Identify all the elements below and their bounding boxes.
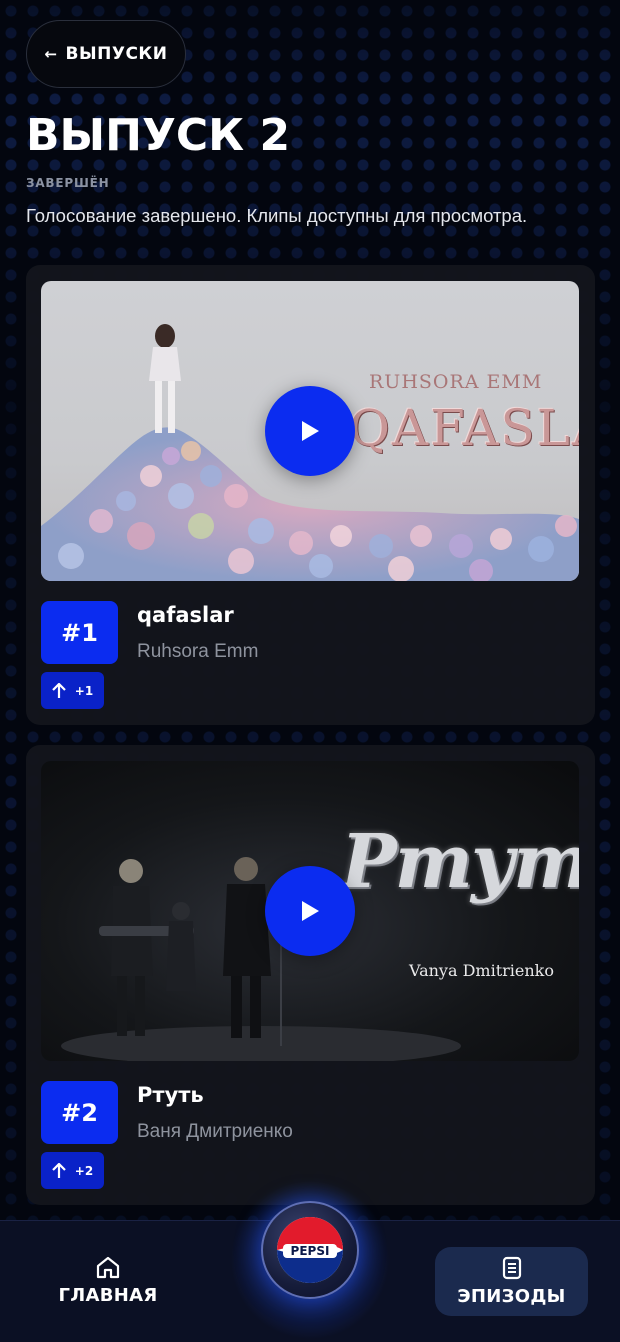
- rank-change-value: +2: [74, 1163, 94, 1178]
- page-title: ВЫПУСК 2: [26, 110, 291, 161]
- track-title: Ртуть: [137, 1083, 204, 1107]
- back-button[interactable]: ← ВЫПУСКИ: [26, 20, 186, 88]
- rank-badge: #2: [41, 1081, 118, 1144]
- rank-change-badge: +2: [41, 1152, 104, 1189]
- play-icon: [302, 901, 319, 921]
- back-button-label: ВЫПУСКИ: [65, 44, 168, 64]
- thumbnail-artist-text: Vanya Dmitrienko: [409, 961, 555, 980]
- play-button[interactable]: [265, 386, 355, 476]
- thumbnail-title-text: Ртуть: [341, 819, 579, 905]
- play-icon: [302, 421, 319, 441]
- episode-page: ← ВЫПУСКИ ВЫПУСК 2 ЗАВЕРШЁН Голосование …: [0, 0, 620, 1342]
- arrow-up-icon: [52, 682, 66, 698]
- track-artist: Ruhsora Emm: [137, 641, 259, 662]
- home-icon: [96, 1256, 120, 1278]
- arrow-up-icon: [52, 1162, 66, 1178]
- thumbnail-artist-text: RUHSORA EMM: [369, 371, 543, 393]
- track-title: qafaslar: [137, 603, 234, 627]
- play-button[interactable]: [265, 866, 355, 956]
- track-card: RUHSORA EMM QAFASLAR #1 +1 qafaslar Ruhs…: [26, 265, 595, 725]
- nav-episodes[interactable]: ЭПИЗОДЫ: [435, 1247, 588, 1316]
- video-thumbnail[interactable]: RUHSORA EMM QAFASLAR: [41, 281, 579, 581]
- rank-change-value: +1: [74, 683, 94, 698]
- nav-home[interactable]: ГЛАВНАЯ: [44, 1244, 172, 1316]
- nav-home-label: ГЛАВНАЯ: [58, 1284, 158, 1306]
- video-thumbnail[interactable]: Ртуть Vanya Dmitrienko: [41, 761, 579, 1061]
- track-card: Ртуть Vanya Dmitrienko #2 +2 Ртуть Ваня …: [26, 745, 595, 1205]
- rank-change-badge: +1: [41, 672, 104, 709]
- nav-episodes-label: ЭПИЗОДЫ: [457, 1286, 566, 1307]
- pepsi-logo-text: PEPSI: [291, 1244, 330, 1258]
- pepsi-logo-button[interactable]: PEPSI: [261, 1201, 359, 1299]
- thumbnail-title-text: QAFASLAR: [349, 399, 579, 457]
- document-icon: [502, 1256, 521, 1280]
- rank-badge: #1: [41, 601, 118, 664]
- track-artist: Ваня Дмитриенко: [137, 1121, 293, 1142]
- arrow-left-icon: ←: [44, 45, 58, 63]
- status-badge: ЗАВЕРШЁН: [26, 176, 110, 190]
- pepsi-logo: PEPSI: [277, 1217, 343, 1283]
- page-description: Голосование завершено. Клипы доступны дл…: [26, 205, 528, 226]
